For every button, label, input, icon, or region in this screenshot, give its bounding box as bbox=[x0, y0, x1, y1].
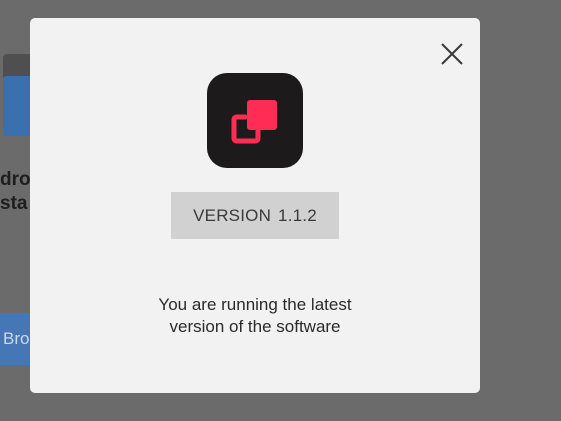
background-title-line1: dro bbox=[0, 169, 30, 190]
message-line-1: You are running the latest bbox=[158, 295, 352, 314]
version-label: VERSION bbox=[193, 205, 272, 225]
background-title-line2: sta bbox=[0, 193, 28, 214]
message-line-2: version of the software bbox=[169, 317, 341, 336]
about-dialog: VERSION 1.1.2 You are running the latest… bbox=[30, 18, 480, 393]
version-badge: VERSION 1.1.2 bbox=[171, 192, 339, 239]
background-title: dro sta bbox=[0, 168, 30, 216]
close-icon[interactable] bbox=[438, 40, 466, 68]
folder-icon bbox=[3, 54, 33, 136]
app-logo-icon bbox=[207, 73, 303, 168]
update-status-message: You are running the latest version of th… bbox=[105, 294, 405, 338]
version-number: 1.1.2 bbox=[278, 205, 317, 225]
background-browse-button: Bro bbox=[0, 313, 30, 365]
